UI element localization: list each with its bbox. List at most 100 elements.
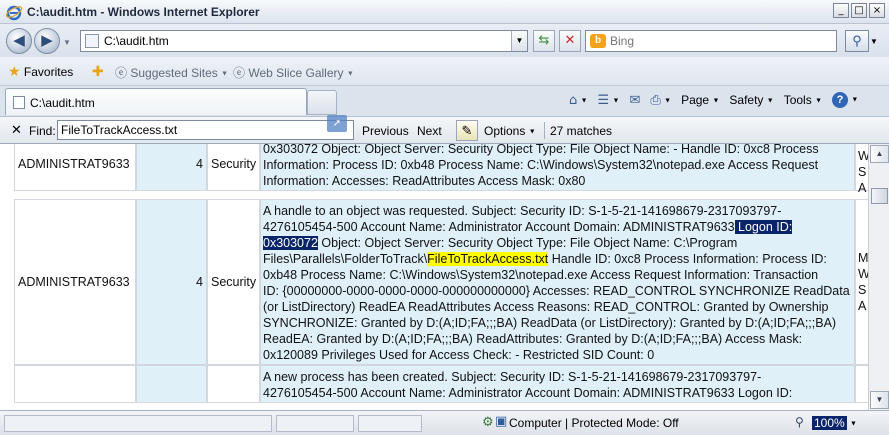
page-menu[interactable]: Page ▼ <box>678 93 722 107</box>
add-to-favorites-button[interactable]: ✚ <box>92 64 104 80</box>
find-next-button[interactable]: Next <box>417 124 442 138</box>
status-text-panel <box>4 415 272 432</box>
search-box[interactable]: b <box>585 30 837 52</box>
minimize-button[interactable]: _ <box>833 3 849 18</box>
message-text: Object: Object Server: Security Object T… <box>317 236 738 250</box>
user-cell: ADMINISTRAT9633 <box>14 199 136 365</box>
message-line: 0x120089 Privileges Used for Access Chec… <box>263 347 852 363</box>
number-cell-text: 4 <box>196 157 203 171</box>
internet-explorer-icon <box>5 5 23 21</box>
safety-menu[interactable]: Safety ▼ <box>726 93 776 107</box>
forward-button[interactable]: ▶ <box>34 28 60 54</box>
tab-row: C:\audit.htm ⌂ ▼ ☰ ▼ ✉ ⎙ ▼ Page ▼ Safety… <box>0 86 889 116</box>
computer-zone-icon: ▣ <box>495 414 508 429</box>
message-line: Information: Accesses: ReadAttributes Ac… <box>263 173 852 189</box>
message-line: Files\Parallels\FolderToTrack\FileToTrac… <box>263 251 852 267</box>
stop-button[interactable]: ✕ <box>559 30 581 52</box>
message-text: Handle ID: 0xc8 Process Information: Pro… <box>548 252 827 266</box>
match-count: 27 matches <box>550 124 613 138</box>
message-line: (or ListDirectory) ReadEA ReadAttributes… <box>263 299 852 315</box>
tab-label: C:\audit.htm <box>30 96 95 110</box>
user-cell-text: ADMINISTRAT9633 <box>18 275 130 289</box>
close-find-bar-icon[interactable]: ✕ <box>11 123 22 138</box>
number-cell: 4 <box>136 199 207 365</box>
message-line: ID: {00000000-0000-0000-0000-00000000000… <box>263 283 852 299</box>
extra-cell-text: A <box>858 181 867 195</box>
web-slice-gallery-link[interactable]: ⓔ Web Slice Gallery ▼ <box>233 64 354 81</box>
accelerator-icon[interactable]: ➚ <box>327 115 347 132</box>
selected-text: 0x303072 <box>263 236 318 250</box>
scroll-up-icon[interactable]: ▲ <box>870 145 889 163</box>
recent-pages-dropdown-icon[interactable]: ▼ <box>63 38 71 47</box>
tools-menu-label: Tools <box>783 93 812 107</box>
message-text: A new process has been created. Subject:… <box>263 370 762 384</box>
favorites-button[interactable]: ★ Favorites <box>8 64 73 80</box>
favorites-star-icon: ★ <box>8 64 21 80</box>
message-text: 0x303072 Object: Object Server: Security… <box>263 144 819 156</box>
address-dropdown-icon[interactable]: ▼ <box>511 31 527 51</box>
address-bar[interactable]: C:\audit.htm ▼ <box>80 30 528 52</box>
number-cell: 4 <box>136 144 207 191</box>
chevron-down-icon: ▼ <box>221 70 229 78</box>
find-label: Find: <box>29 124 56 138</box>
user-cell: ADMINISTRAT9633 <box>14 144 136 191</box>
user-cell-text: ADMINISTRAT9633 <box>18 157 130 171</box>
refresh-button[interactable]: ⇆ <box>533 30 555 52</box>
find-options-label: Options <box>484 124 526 138</box>
message-text: Files\Parallels\FolderToTrack\ <box>263 252 428 266</box>
security-zone-label[interactable]: Computer | Protected Mode: Off <box>509 416 679 430</box>
message-text: 0xb48 Process Name: C:\Windows\System32\… <box>263 268 819 282</box>
extra-cell <box>855 365 868 403</box>
bing-icon: b <box>590 34 606 48</box>
protected-mode-icon: ⚙ <box>482 415 494 430</box>
find-previous-button[interactable]: Previous <box>362 124 409 138</box>
find-options-button[interactable]: Options ▼ <box>484 124 536 138</box>
message-line: SYNCHRONIZE: Granted by D:(A;ID;FA;;;BA)… <box>263 315 852 331</box>
message-cell: A new process has been created. Subject:… <box>260 365 855 403</box>
progress-panel <box>276 415 354 432</box>
scroll-down-icon[interactable]: ▼ <box>870 391 889 409</box>
search-options-dropdown-icon[interactable]: ▼ <box>870 37 878 46</box>
vertical-scrollbar[interactable]: ▲ ▼ <box>868 144 889 410</box>
zoom-level-button[interactable]: 100% ▼ <box>812 416 857 430</box>
message-text: ID: {00000000-0000-0000-0000-00000000000… <box>263 284 850 298</box>
suggested-sites-label: Suggested Sites <box>130 66 218 80</box>
help-button[interactable]: ? ▼ <box>829 92 861 108</box>
tools-menu[interactable]: Tools ▼ <box>781 93 825 107</box>
message-text: Information: Process ID: 0xb48 Process N… <box>263 158 819 172</box>
find-bar: ✕ Find: Previous Next ✎ Options ▼ 27 mat… <box>0 116 889 144</box>
maximize-button[interactable]: □ <box>851 3 867 18</box>
read-mail-button[interactable]: ✉ <box>626 93 643 108</box>
message-text: ReadEA: Granted by D:(A;ID;FA;;;BA) Read… <box>263 332 803 346</box>
page-icon <box>85 34 99 48</box>
command-bar: ⌂ ▼ ☰ ▼ ✉ ⎙ ▼ Page ▼ Safety ▼ Tools ▼ ? … <box>566 92 861 108</box>
message-line: 4276105454-500 Account Name: Administrat… <box>263 219 852 235</box>
close-window-button[interactable]: × <box>869 3 885 18</box>
message-line: 4276105454-500 Account Name: Administrat… <box>263 385 852 401</box>
title-bar: C:\audit.htm - Windows Internet Explorer… <box>0 0 889 24</box>
print-button[interactable]: ⎙ ▼ <box>647 93 674 108</box>
extra-cell: SWSA <box>855 144 868 195</box>
tab-audit[interactable]: C:\audit.htm <box>5 88 307 115</box>
search-input[interactable] <box>610 33 830 49</box>
safety-menu-label: Safety <box>729 93 764 107</box>
message-text: (or ListDirectory) ReadEA ReadAttributes… <box>263 300 829 314</box>
message-text: 4276105454-500 Account Name: Administrat… <box>263 386 793 400</box>
highlight-matches-icon[interactable]: ✎ <box>456 120 478 141</box>
web-slice-gallery-label: Web Slice Gallery <box>248 66 344 80</box>
scrollbar-thumb[interactable] <box>871 188 888 204</box>
status-bar: ⚙ ▣ Computer | Protected Mode: Off ⚲ 100… <box>0 410 889 435</box>
extra-cell-text: S <box>858 144 866 147</box>
extra-cell: MWSA <box>855 199 868 365</box>
address-url[interactable]: C:\audit.htm <box>104 34 169 48</box>
feeds-button[interactable]: ☰ ▼ <box>595 93 623 108</box>
home-button[interactable]: ⌂ ▼ <box>566 93 591 108</box>
suggested-sites-link[interactable]: ⓔ Suggested Sites ▼ <box>115 64 228 81</box>
find-input[interactable] <box>57 120 354 140</box>
new-tab-button[interactable] <box>307 90 337 115</box>
back-button[interactable]: ◀ <box>6 28 32 54</box>
search-icon[interactable]: ⚲ <box>845 30 869 52</box>
message-line: 0xb48 Process Name: C:\Windows\System32\… <box>263 267 852 283</box>
source-cell: Security <box>207 199 260 365</box>
rss-feed-icon: ☰ <box>597 92 610 108</box>
